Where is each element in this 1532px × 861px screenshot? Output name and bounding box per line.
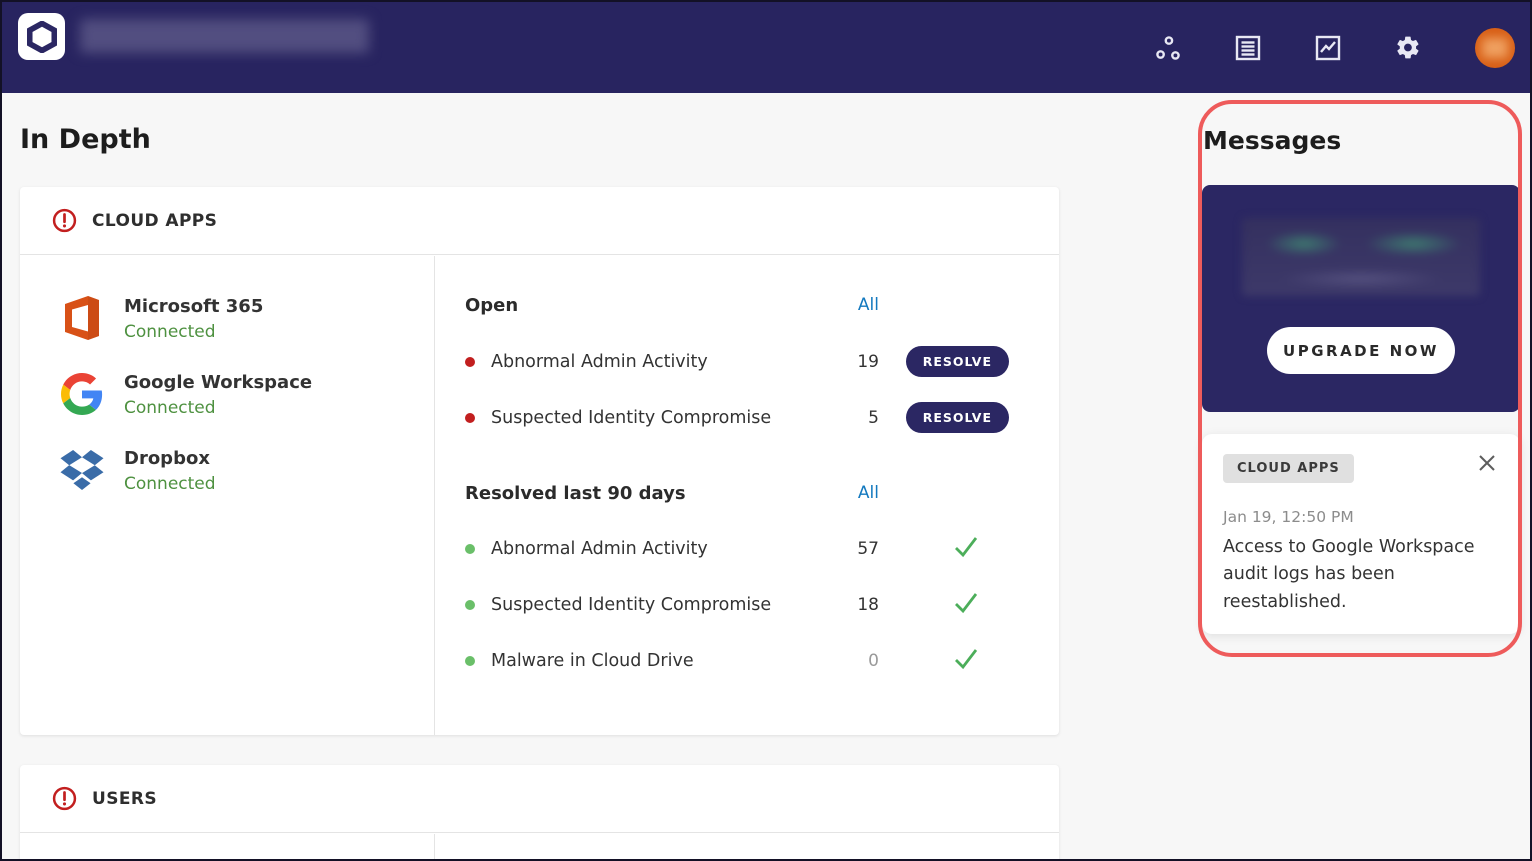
cloud-apps-header-label: CLOUD APPS <box>92 210 218 231</box>
check-icon <box>953 591 979 619</box>
app-name: Google Workspace <box>124 372 313 393</box>
open-status-dot <box>465 356 475 367</box>
open-issue-row: Abnormal Admin Activity 19 RESOLVE <box>465 346 1009 377</box>
users-header-label: USERS <box>92 788 157 809</box>
resolve-button[interactable]: RESOLVE <box>905 402 1009 433</box>
app-item-microsoft-365: Microsoft 365 Connected <box>60 296 434 342</box>
open-all-link[interactable]: All <box>819 295 879 315</box>
issue-count: 0 <box>868 651 879 671</box>
app-name: Microsoft 365 <box>124 296 264 317</box>
check-icon <box>953 647 979 675</box>
issues-column: Open All Abnormal Admin Activity 19 RESO… <box>435 256 1059 735</box>
settings-icon[interactable] <box>1395 35 1421 61</box>
message-timestamp: Jan 19, 12:50 PM <box>1223 508 1354 526</box>
messages-title: Messages <box>1203 126 1342 155</box>
resolved-section-label: Resolved last 90 days <box>465 482 686 504</box>
issue-count: 5 <box>868 407 879 428</box>
network-icon[interactable] <box>1155 35 1181 61</box>
cloud-apps-card-header: CLOUD APPS <box>20 187 1059 255</box>
blurred-account-name <box>80 19 369 53</box>
open-issue-row: Suspected Identity Compromise 5 RESOLVE <box>465 402 1009 433</box>
issue-count: 19 <box>857 351 879 372</box>
reports-icon[interactable] <box>1235 35 1261 61</box>
blurred-avatar-initials <box>1482 37 1508 58</box>
alert-icon <box>52 786 77 811</box>
microsoft-365-icon <box>60 296 104 340</box>
open-status-dot <box>465 412 475 423</box>
blurred-promo-content <box>1242 218 1480 296</box>
app-name: Dropbox <box>124 448 210 469</box>
check-icon <box>953 535 979 563</box>
users-card-body <box>20 834 1059 859</box>
resolved-issue-row: Malware in Cloud Drive 0 <box>465 646 1009 676</box>
app-item-dropbox: Dropbox Connected <box>60 448 434 494</box>
users-card: USERS <box>20 765 1059 859</box>
app-item-text: Dropbox Connected <box>124 448 216 494</box>
app-status: Connected <box>124 322 216 342</box>
open-section-header: Open All <box>465 290 1009 320</box>
dropbox-icon <box>60 448 104 492</box>
message-card: CLOUD APPS Jan 19, 12:50 PM Access to Go… <box>1202 434 1520 634</box>
resolved-all-link[interactable]: All <box>819 483 879 503</box>
resolved-section-header: Resolved last 90 days All <box>465 478 1009 508</box>
upgrade-now-button[interactable]: UPGRADE NOW <box>1267 327 1455 374</box>
app-item-text: Microsoft 365 Connected <box>124 296 263 342</box>
google-workspace-icon <box>60 372 104 416</box>
issue-label: Suspected Identity Compromise <box>491 407 772 428</box>
message-category-badge: CLOUD APPS <box>1223 454 1354 483</box>
dashboard-screen: In Depth CLOUD APPS Microsoft 365 Connec… <box>0 0 1532 861</box>
alert-icon <box>52 208 77 233</box>
issue-label: Malware in Cloud Drive <box>491 651 694 671</box>
cloud-apps-card: CLOUD APPS Microsoft 365 Connected Googl… <box>20 187 1059 735</box>
page-title: In Depth <box>20 124 151 155</box>
charts-icon[interactable] <box>1315 35 1341 61</box>
app-status: Connected <box>124 398 216 418</box>
resolved-status-dot <box>465 600 475 610</box>
top-navbar <box>2 2 1530 93</box>
app-status: Connected <box>124 474 216 494</box>
app-item-text: Google Workspace Connected <box>124 372 312 418</box>
hexagon-logo-icon <box>26 20 57 53</box>
resolved-issue-row: Suspected Identity Compromise 18 <box>465 590 1009 620</box>
issue-label: Abnormal Admin Activity <box>491 351 708 372</box>
close-icon[interactable] <box>1476 452 1498 474</box>
message-text: Access to Google Workspace audit logs ha… <box>1223 537 1475 612</box>
issue-label: Suspected Identity Compromise <box>491 595 772 615</box>
app-logo[interactable] <box>18 13 65 60</box>
resolve-button[interactable]: RESOLVE <box>905 346 1009 377</box>
resolved-issue-row: Abnormal Admin Activity 57 <box>465 534 1009 564</box>
issue-label: Abnormal Admin Activity <box>491 539 708 559</box>
app-item-google-workspace: Google Workspace Connected <box>60 372 434 418</box>
issue-count: 18 <box>857 595 879 615</box>
connected-apps-list: Microsoft 365 Connected Google Workspace… <box>20 256 435 735</box>
navbar-icons <box>1155 2 1515 93</box>
resolved-status-dot <box>465 544 475 554</box>
resolved-status-dot <box>465 656 475 666</box>
upgrade-promo-card: UPGRADE NOW <box>1202 185 1520 412</box>
users-card-header: USERS <box>20 765 1059 833</box>
open-section-label: Open <box>465 294 519 316</box>
issue-count: 57 <box>857 539 879 559</box>
user-avatar[interactable] <box>1475 27 1515 68</box>
cloud-apps-card-body: Microsoft 365 Connected Google Workspace… <box>20 256 1059 735</box>
